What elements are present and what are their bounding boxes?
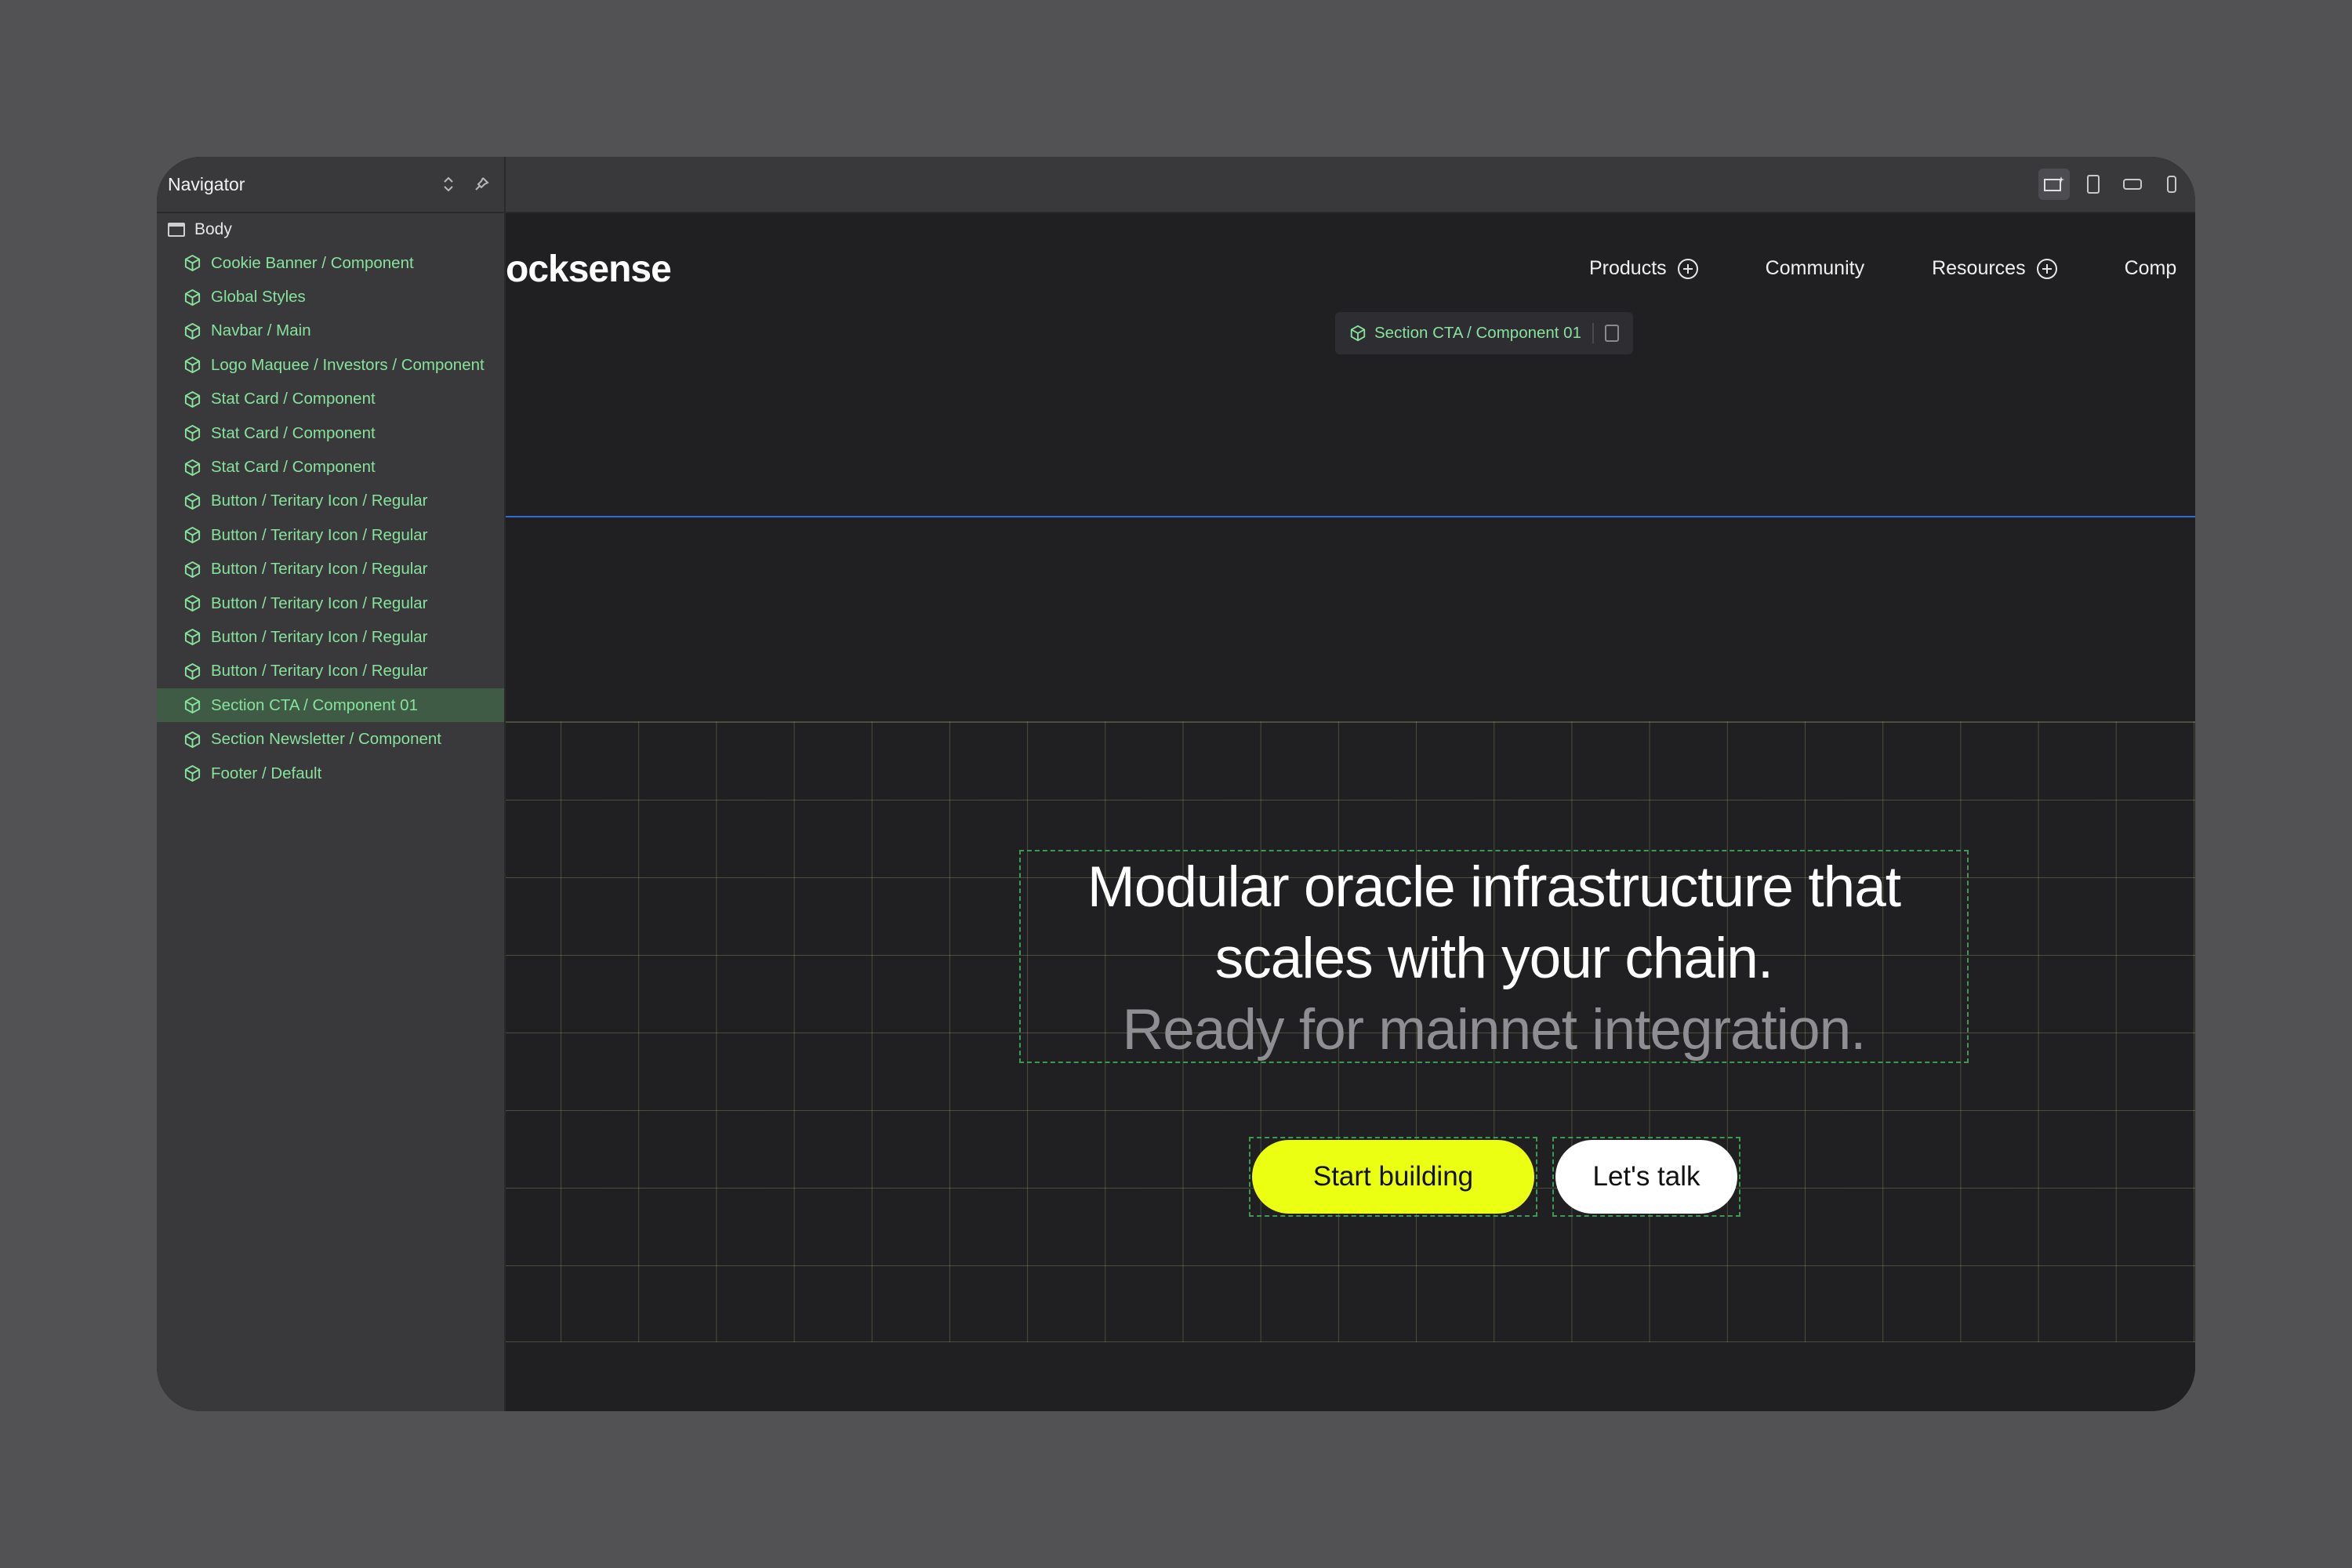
tree-item[interactable]: Button / Teritary Icon / Regular bbox=[157, 655, 504, 688]
hero-line-2: scales with your chain. bbox=[1214, 927, 1773, 990]
component-cube-icon bbox=[183, 424, 211, 442]
pin-icon[interactable] bbox=[470, 172, 493, 196]
tree-item-label: Global Styles bbox=[211, 288, 306, 307]
design-canvas[interactable]: ocksense Products Community Resources Co… bbox=[506, 213, 2195, 1411]
component-cube-icon bbox=[183, 662, 211, 681]
tree-item[interactable]: Button / Teritary Icon / Regular bbox=[157, 553, 504, 586]
component-cube-icon bbox=[183, 731, 211, 749]
component-cube-icon bbox=[183, 390, 211, 408]
lets-talk-wrapper: Let's talk bbox=[1552, 1137, 1740, 1217]
tree-item-label: Button / Teritary Icon / Regular bbox=[211, 525, 428, 544]
navigator-tree: Cookie Banner / Component Global Styles Na… bbox=[157, 246, 504, 790]
tree-item[interactable]: Button / Teritary Icon / Regular bbox=[157, 620, 504, 654]
site-logo[interactable]: ocksense bbox=[506, 248, 672, 291]
component-cube-icon bbox=[183, 764, 211, 782]
component-cube-icon bbox=[183, 561, 211, 579]
component-cube-icon bbox=[183, 459, 211, 477]
component-cube-icon bbox=[183, 289, 211, 307]
nav-company[interactable]: Comp bbox=[2125, 257, 2177, 280]
hero-line-1: Modular oracle infrastructure that bbox=[1087, 855, 1901, 919]
nav-company-label: Comp bbox=[2124, 257, 2177, 279]
tree-item-label: Button / Teritary Icon / Regular bbox=[211, 492, 428, 510]
tree-item[interactable]: Footer / Default bbox=[157, 757, 504, 790]
component-cube-icon bbox=[183, 628, 211, 646]
plus-circle-icon bbox=[1677, 258, 1698, 279]
tree-item-label: Button / Teritary Icon / Regular bbox=[211, 662, 428, 681]
tree-item-label: Stat Card / Component bbox=[211, 423, 376, 442]
component-cube-icon bbox=[183, 254, 211, 272]
top-toolbar bbox=[506, 157, 2195, 213]
tree-item-label: Button / Teritary Icon / Regular bbox=[211, 560, 428, 579]
tree-item-label: Logo Maquee / Investors / Component bbox=[211, 355, 485, 374]
component-cube-icon bbox=[183, 356, 211, 374]
trash-icon[interactable] bbox=[1605, 325, 1619, 342]
start-building-button[interactable]: Start building bbox=[1252, 1140, 1534, 1214]
phone-icon[interactable] bbox=[2156, 169, 2187, 200]
selected-component-tag[interactable]: Section CTA / Component 01 bbox=[1335, 312, 1633, 354]
start-building-wrapper: Start building bbox=[1249, 1137, 1537, 1217]
sort-arrows-icon[interactable] bbox=[437, 172, 460, 196]
navigator-title: Navigator bbox=[168, 173, 245, 194]
tree-item[interactable]: Stat Card / Component bbox=[157, 416, 504, 450]
tree-item[interactable]: Stat Card / Component bbox=[157, 383, 504, 416]
tree-item[interactable]: Section Newsletter / Component bbox=[157, 722, 504, 756]
component-cube-icon bbox=[183, 526, 211, 544]
tree-item[interactable]: Stat Card / Component bbox=[157, 450, 504, 484]
hero-headline[interactable]: Modular oracle infrastructure that scale… bbox=[1019, 850, 1969, 1063]
tree-item[interactable]: Navbar / Main bbox=[157, 314, 504, 348]
editor-window: Navigator Body Cookie Banner / Component… bbox=[157, 157, 2195, 1411]
desktop-star-icon[interactable] bbox=[2038, 169, 2070, 200]
nav-products-label: Products bbox=[1589, 257, 1667, 279]
tree-item[interactable]: Button / Teritary Icon / Regular bbox=[157, 518, 504, 552]
tree-item[interactable]: Button / Teritary Icon / Regular bbox=[157, 485, 504, 518]
lets-talk-button[interactable]: Let's talk bbox=[1555, 1140, 1737, 1214]
nav-resources-label: Resources bbox=[1932, 257, 2026, 279]
tree-item-label: Navbar / Main bbox=[211, 321, 311, 340]
tree-item[interactable]: Global Styles bbox=[157, 280, 504, 314]
plus-circle-icon bbox=[2036, 258, 2057, 279]
tree-item[interactable]: Section CTA / Component 01 bbox=[157, 688, 504, 723]
tree-item[interactable]: Button / Teritary Icon / Regular bbox=[157, 586, 504, 620]
tree-item-label: Section CTA / Component 01 bbox=[211, 695, 418, 714]
nav-community-label: Community bbox=[1765, 257, 1865, 279]
component-cube-icon bbox=[183, 696, 211, 714]
tree-item-label: Button / Teritary Icon / Regular bbox=[211, 627, 428, 646]
landscape-phone-icon[interactable] bbox=[2117, 169, 2148, 200]
tree-item-label: Footer / Default bbox=[211, 764, 322, 782]
tree-item[interactable]: Cookie Banner / Component bbox=[157, 246, 504, 280]
section-guide-top bbox=[506, 516, 2195, 517]
component-cube-icon bbox=[183, 492, 211, 510]
component-cube-icon bbox=[183, 594, 211, 612]
nav-resources[interactable]: Resources bbox=[1932, 257, 2057, 280]
tree-item-label: Cookie Banner / Component bbox=[211, 253, 414, 272]
selected-component-label: Section CTA / Component 01 bbox=[1374, 324, 1581, 342]
nav-community[interactable]: Community bbox=[1766, 257, 1864, 280]
tree-item-label: Stat Card / Component bbox=[211, 458, 376, 477]
tree-item-label: Stat Card / Component bbox=[211, 390, 376, 408]
nav-products[interactable]: Products bbox=[1589, 257, 1698, 280]
navigator-panel: Navigator Body Cookie Banner / Component… bbox=[157, 157, 506, 1411]
tablet-icon[interactable] bbox=[2078, 169, 2109, 200]
body-frame-icon bbox=[168, 223, 185, 237]
tree-item[interactable]: Logo Maquee / Investors / Component bbox=[157, 348, 504, 382]
tag-divider bbox=[1592, 323, 1594, 343]
tree-item-label: Button / Teritary Icon / Regular bbox=[211, 593, 428, 612]
hero-line-3: Ready for mainnet integration. bbox=[1122, 998, 1867, 1062]
tree-root-body[interactable]: Body bbox=[157, 213, 504, 246]
component-cube-icon bbox=[1350, 325, 1366, 342]
component-cube-icon bbox=[183, 322, 211, 340]
tree-root-label: Body bbox=[194, 220, 232, 238]
tree-item-label: Section Newsletter / Component bbox=[211, 730, 441, 749]
navigator-header: Navigator bbox=[157, 157, 504, 213]
site-navbar: Products Community Resources Comp bbox=[1589, 257, 2176, 280]
